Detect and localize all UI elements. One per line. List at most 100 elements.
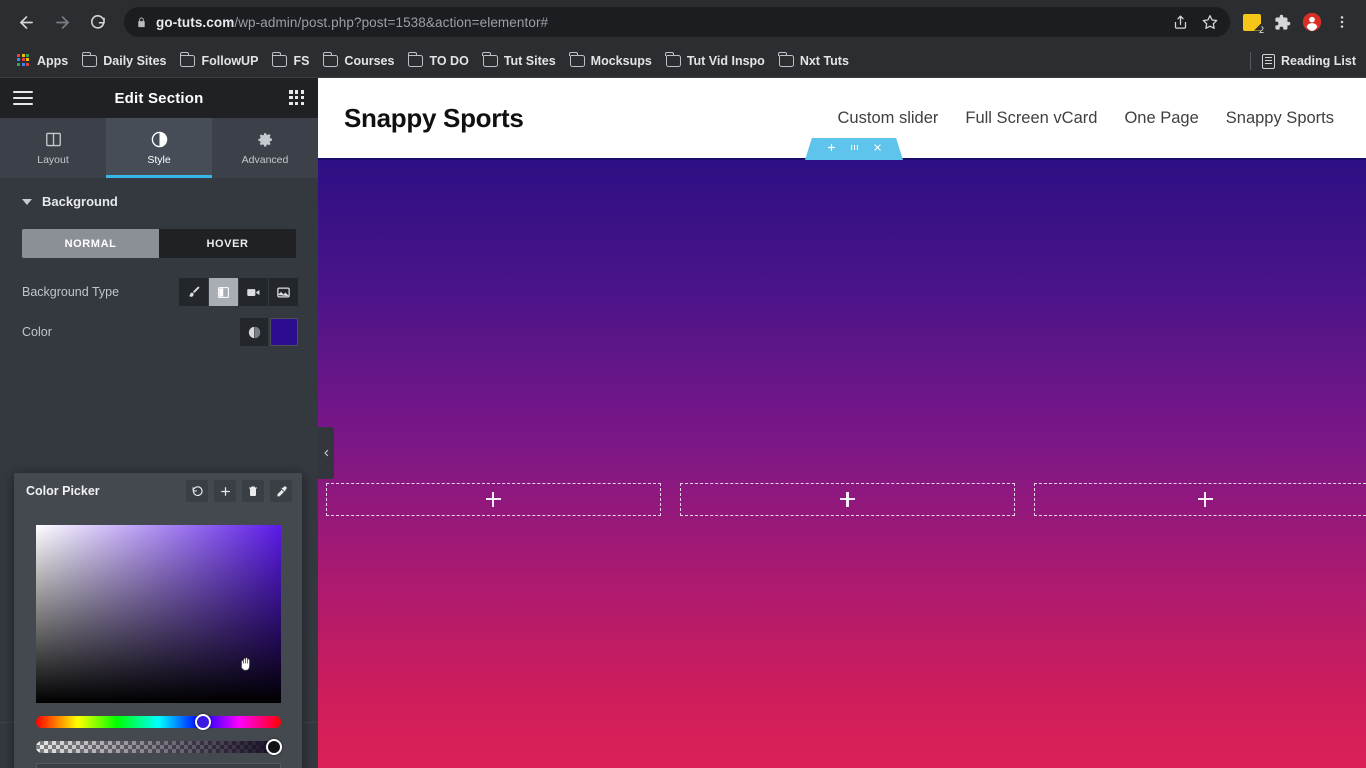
close-x-icon[interactable]: [873, 143, 882, 155]
bookmark-apps[interactable]: Apps: [10, 51, 75, 71]
hamburger-menu-icon[interactable]: [13, 91, 33, 105]
plus-icon[interactable]: [214, 480, 236, 502]
tab-advanced[interactable]: Advanced: [212, 118, 318, 178]
alpha-slider[interactable]: [36, 741, 281, 753]
plus-icon: [1197, 492, 1213, 507]
extension-icons: 2: [1238, 8, 1356, 36]
bookmark-followup[interactable]: FollowUP: [173, 51, 265, 71]
alpha-slider-handle[interactable]: [266, 739, 282, 755]
brush-icon[interactable]: [179, 278, 208, 306]
reading-list-button[interactable]: Reading List: [1249, 44, 1356, 78]
gradient-icon[interactable]: [209, 278, 238, 306]
section-edit-handle: [805, 138, 903, 160]
color-swatch[interactable]: [270, 318, 298, 346]
forward-arrow-icon[interactable]: [46, 6, 78, 38]
address-bar[interactable]: go-tuts.com/wp-admin/post.php?post=1538&…: [124, 7, 1230, 37]
dropzone-3[interactable]: [1034, 483, 1366, 516]
notes-extension-icon[interactable]: 2: [1238, 8, 1266, 36]
gear-icon: [257, 130, 274, 148]
reading-list-label: Reading List: [1280, 54, 1356, 68]
slideshow-icon[interactable]: [269, 278, 298, 306]
bookmark-tut-vid-inspo[interactable]: Tut Vid Inspo: [659, 51, 772, 71]
plus-icon: [486, 492, 502, 507]
bookmark-tut-sites[interactable]: Tut Sites: [476, 51, 563, 71]
folder-icon: [322, 52, 339, 67]
globe-color-icon[interactable]: [240, 318, 268, 346]
reload-icon[interactable]: [82, 6, 114, 38]
dropzone-2[interactable]: [680, 483, 1016, 516]
panel-header: Edit Section: [0, 78, 318, 118]
drag-handle-icon[interactable]: [849, 143, 860, 155]
three-dot-menu-icon[interactable]: [1328, 8, 1356, 36]
extension-badge-count: 2: [1258, 24, 1264, 35]
site-logo: Snappy Sports: [344, 102, 524, 133]
folder-icon: [179, 52, 196, 67]
folder-icon: [482, 52, 498, 67]
folder-icon: [665, 52, 681, 67]
add-section-icon[interactable]: [827, 143, 836, 155]
bookmark-daily-sites[interactable]: Daily Sites: [75, 51, 173, 71]
saturation-value-area[interactable]: [36, 525, 281, 703]
omnibox-actions: [1166, 7, 1224, 37]
nav-link-full-screen-vcard[interactable]: Full Screen vCard: [965, 109, 1097, 128]
plus-icon: [840, 492, 856, 507]
bookmark-fs[interactable]: FS: [265, 51, 316, 71]
elementor-panel: Edit Section Layout Style Advanced Backg…: [0, 78, 318, 768]
color-controls: [240, 318, 298, 346]
bookmarks-bar: Apps Daily Sites FollowUP FS Courses TO …: [0, 44, 1366, 78]
background-section-header[interactable]: Background: [0, 178, 318, 223]
lock-icon: [136, 16, 147, 29]
folder-icon: [778, 52, 794, 67]
style-contrast-icon: [151, 130, 168, 148]
widgets-grid-icon[interactable]: [289, 90, 305, 106]
bookmark-label: Mocksups: [590, 53, 652, 68]
bookmark-label: Nxt Tuts: [799, 53, 849, 68]
panel-body: Background NORMAL HOVER Background Type: [0, 178, 318, 768]
folder-icon: [81, 52, 98, 67]
bookmark-label: Apps: [37, 53, 69, 68]
bookmark-label: Courses: [344, 53, 395, 68]
video-camera-icon[interactable]: [239, 278, 268, 306]
color-label: Color: [22, 325, 52, 339]
share-icon[interactable]: [1166, 8, 1194, 36]
folder-icon: [271, 52, 288, 67]
dropzone-1[interactable]: [326, 483, 662, 516]
trash-icon[interactable]: [242, 480, 264, 502]
browser-toolbar: go-tuts.com/wp-admin/post.php?post=1538&…: [0, 0, 1366, 44]
state-tab-normal[interactable]: NORMAL: [22, 229, 159, 258]
undo-icon[interactable]: [186, 480, 208, 502]
bookmark-mocksups[interactable]: Mocksups: [563, 51, 659, 71]
gradient-background-section[interactable]: [318, 158, 1366, 768]
eyedropper-icon[interactable]: [270, 480, 292, 502]
hue-slider[interactable]: [36, 716, 281, 728]
tab-layout[interactable]: Layout: [0, 118, 106, 178]
bookmark-courses[interactable]: Courses: [316, 51, 401, 71]
back-arrow-icon[interactable]: [10, 6, 42, 38]
column-dropzones: [318, 483, 1366, 516]
folder-icon: [569, 52, 585, 67]
tab-label: Style: [147, 154, 171, 166]
profile-avatar-icon[interactable]: [1298, 8, 1326, 36]
star-icon[interactable]: [1196, 8, 1224, 36]
url-text: go-tuts.com/wp-admin/post.php?post=1538&…: [156, 14, 549, 30]
chevron-left-icon[interactable]: [318, 427, 334, 479]
state-tab-hover[interactable]: HOVER: [159, 229, 296, 258]
nav-link-one-page[interactable]: One Page: [1124, 109, 1198, 128]
background-color-row: Color: [0, 312, 318, 352]
tab-style[interactable]: Style: [106, 118, 212, 178]
bookmark-label: TO DO: [429, 53, 469, 68]
background-type-label: Background Type: [22, 285, 120, 299]
nav-link-custom-slider[interactable]: Custom slider: [838, 109, 939, 128]
bookmark-nxt-tuts[interactable]: Nxt Tuts: [772, 51, 856, 71]
page-title: Edit Section: [114, 89, 204, 107]
nav-link-snappy-sports[interactable]: Snappy Sports: [1226, 109, 1334, 128]
extensions-puzzle-icon[interactable]: [1268, 8, 1296, 36]
panel-tabs: Layout Style Advanced: [0, 118, 318, 178]
chevron-down-icon: [22, 198, 32, 205]
hex-color-input[interactable]: #301081: [36, 763, 281, 768]
bookmark-to-do[interactable]: TO DO: [401, 51, 475, 71]
apps-grid-icon: [17, 53, 31, 68]
background-state-toggle: NORMAL HOVER: [22, 229, 296, 258]
hue-slider-handle[interactable]: [195, 714, 211, 730]
browser-chrome: go-tuts.com/wp-admin/post.php?post=1538&…: [0, 0, 1366, 78]
